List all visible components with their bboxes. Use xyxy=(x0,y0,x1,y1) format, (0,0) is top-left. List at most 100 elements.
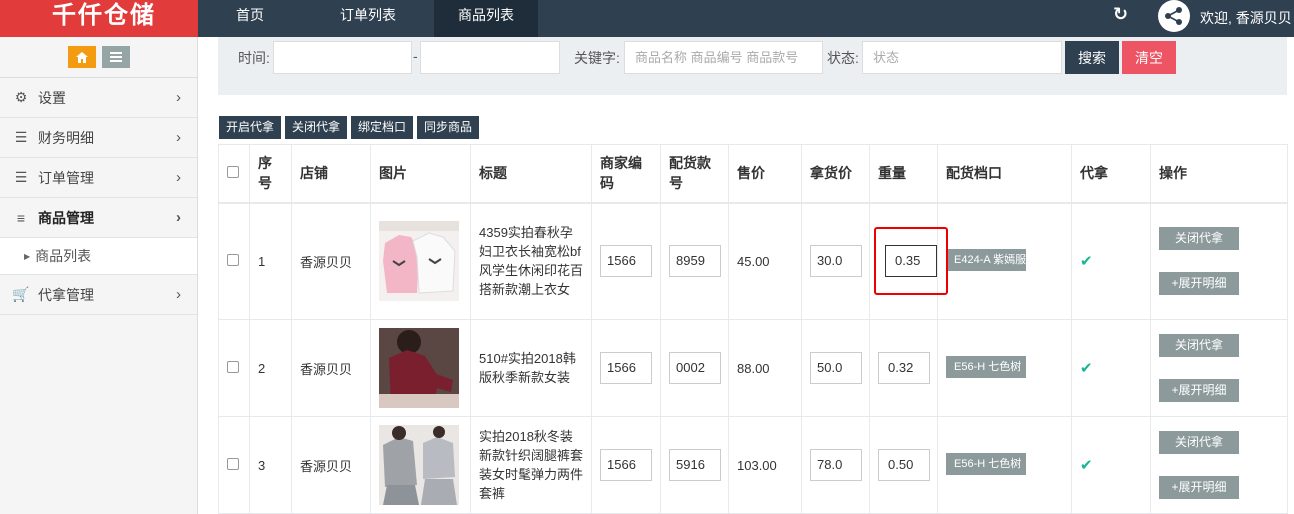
start-time-input[interactable] xyxy=(273,41,412,74)
sidebar-item-finance[interactable]: ☰ 财务明细 › xyxy=(0,118,197,158)
clear-button[interactable]: 清空 xyxy=(1122,41,1176,74)
cost-input[interactable]: 30.0 xyxy=(810,245,862,278)
row-title: 4359实拍春秋孕妇卫衣长袖宽松bf风学生休闲印花百搭新款潮上衣女 xyxy=(470,202,592,320)
sidebar-item-settings[interactable]: ⚙ 设置 › xyxy=(0,78,197,118)
row-index: 1 xyxy=(249,202,292,320)
gears-icon: ⚙ xyxy=(14,89,28,105)
style-no-input[interactable]: 0002 xyxy=(669,352,721,384)
col-header: 重量 xyxy=(869,144,938,204)
disable-pickup-row-button[interactable]: 关闭代拿 xyxy=(1159,227,1239,251)
enable-pickup-button[interactable]: 开启代拿 xyxy=(219,116,282,139)
sidebar-item-label: 财务明细 xyxy=(38,129,94,146)
row-shop: 香源贝贝 xyxy=(291,416,371,514)
logo[interactable]: 千仟仓储 xyxy=(0,0,198,37)
highlight-box: 0.35 xyxy=(874,227,948,296)
disable-pickup-button[interactable]: 关闭代拿 xyxy=(285,116,348,139)
col-header: 标题 xyxy=(470,144,592,204)
expand-details-button[interactable]: +展开明细 xyxy=(1159,272,1239,296)
product-image[interactable] xyxy=(379,425,459,505)
row-merchant-code-cell: 1566 xyxy=(591,416,661,514)
row-price: 45.00 xyxy=(728,202,802,320)
table-row: 1 香源贝贝 4359实拍春秋孕妇卫衣长袖宽松bf风学生休闲印花百搭新款潮上衣女… xyxy=(218,202,1288,320)
weight-input[interactable]: 0.32 xyxy=(878,352,930,384)
table-row: 2 香源贝贝 510#实拍2018韩版秋季新款女装 1566 0002 88.0… xyxy=(218,319,1288,417)
weight-input[interactable]: 0.35 xyxy=(885,245,937,278)
row-price: 103.00 xyxy=(728,416,802,514)
row-select-cell xyxy=(218,319,250,417)
sidebar-item-label: 商品管理 xyxy=(38,209,94,226)
status-input[interactable] xyxy=(862,41,1062,74)
sidebar-item-label: 设置 xyxy=(38,89,66,106)
nav-home[interactable]: 首页 xyxy=(198,0,302,37)
row-title: 实拍2018秋冬装新款针织阔腿裤套装女时髦弹力两件套裤 xyxy=(470,416,592,514)
row-checkbox[interactable] xyxy=(227,360,239,373)
search-button[interactable]: 搜索 xyxy=(1065,41,1119,74)
product-image[interactable] xyxy=(379,328,459,408)
stall-tag: E56-H 七色树 xyxy=(946,355,1026,378)
search-panel: 时间: - 关键字: 状态: 搜索 清空 xyxy=(218,37,1287,95)
row-pickup-cell: ✔ xyxy=(1071,416,1151,514)
expand-details-button[interactable]: +展开明细 xyxy=(1159,379,1239,402)
row-weight-cell: 0.32 xyxy=(869,319,938,417)
col-header: 配货款号 xyxy=(660,144,729,204)
expand-details-button[interactable]: +展开明细 xyxy=(1159,476,1239,499)
cart-icon: 🛒 xyxy=(12,286,30,302)
nav-order-list[interactable]: 订单列表 xyxy=(302,0,434,37)
style-no-input[interactable]: 8959 xyxy=(669,245,721,278)
row-ops-cell: 关闭代拿 +展开明细 xyxy=(1150,416,1288,514)
disable-pickup-row-button[interactable]: 关闭代拿 xyxy=(1159,431,1239,454)
chevron-right-icon: › xyxy=(176,286,181,303)
share-icon[interactable] xyxy=(1158,0,1190,32)
row-weight-cell: 0.35 xyxy=(869,202,948,320)
welcome-menu[interactable]: 欢迎, 香源贝贝▼ xyxy=(1200,8,1294,28)
merchant-code-input[interactable]: 1566 xyxy=(600,352,652,384)
row-style-no-cell: 0002 xyxy=(660,319,729,417)
sidebar-item-label: 订单管理 xyxy=(38,169,94,186)
top-nav: 首页 订单列表 商品列表 xyxy=(198,0,538,37)
style-no-input[interactable]: 5916 xyxy=(669,449,721,481)
row-select-cell xyxy=(218,202,250,320)
check-icon: ✔ xyxy=(1080,253,1093,271)
status-label: 状态: xyxy=(827,50,859,66)
row-index: 3 xyxy=(249,416,292,514)
stall-tag: E424-A 紫嫣服 xyxy=(946,248,1026,271)
row-checkbox[interactable] xyxy=(227,457,239,470)
row-shop: 香源贝贝 xyxy=(291,202,371,320)
row-merchant-code-cell: 1566 xyxy=(591,319,661,417)
list-toggle-icon[interactable] xyxy=(101,46,130,68)
sidebar-item-label: 代拿管理 xyxy=(38,286,94,303)
merchant-code-input[interactable]: 1566 xyxy=(600,245,652,278)
nav-product-list[interactable]: 商品列表 xyxy=(434,0,538,37)
product-image[interactable] xyxy=(379,221,459,302)
col-header: 代拿 xyxy=(1071,144,1151,204)
sidebar-item-pickup[interactable]: 🛒 代拿管理 › xyxy=(0,275,197,315)
list-icon: ≡ xyxy=(16,209,26,226)
stall-tag: E56-H 七色树 xyxy=(946,452,1026,475)
select-all-checkbox[interactable] xyxy=(227,166,239,179)
row-checkbox[interactable] xyxy=(227,253,239,266)
col-header: 序号 xyxy=(249,144,292,204)
cost-input[interactable]: 50.0 xyxy=(810,352,862,384)
row-image-cell xyxy=(370,319,471,417)
end-time-input[interactable] xyxy=(420,41,560,74)
keyword-input[interactable] xyxy=(624,41,823,74)
row-select-cell xyxy=(218,416,250,514)
cost-input[interactable]: 78.0 xyxy=(810,449,862,481)
sidebar-item-products[interactable]: ≡ 商品管理 › xyxy=(0,198,197,238)
disable-pickup-row-button[interactable]: 关闭代拿 xyxy=(1159,334,1239,357)
refresh-icon[interactable]: ↻ xyxy=(1113,4,1128,25)
home-icon[interactable] xyxy=(67,46,96,68)
weight-input[interactable]: 0.50 xyxy=(878,449,930,481)
chevron-right-icon: › xyxy=(176,129,181,146)
col-header: 操作 xyxy=(1150,144,1288,204)
row-pickup-cell: ✔ xyxy=(1071,319,1151,417)
sidebar-item-orders[interactable]: ☰ 订单管理 › xyxy=(0,158,197,198)
sync-products-button[interactable]: 同步商品 xyxy=(417,116,480,139)
select-all-cell xyxy=(218,144,250,204)
sidebar-subitem-product-list[interactable]: ▶ 商品列表 xyxy=(0,238,197,275)
bind-stall-button[interactable]: 绑定档口 xyxy=(351,116,414,139)
merchant-code-input[interactable]: 1566 xyxy=(600,449,652,481)
chevron-right-icon: › xyxy=(176,209,181,226)
product-table: 序号 店铺 图片 标题 商家编码 配货款号 售价 拿货价 重量 配货档口 代拿 … xyxy=(218,144,1288,514)
row-price: 88.00 xyxy=(728,319,802,417)
